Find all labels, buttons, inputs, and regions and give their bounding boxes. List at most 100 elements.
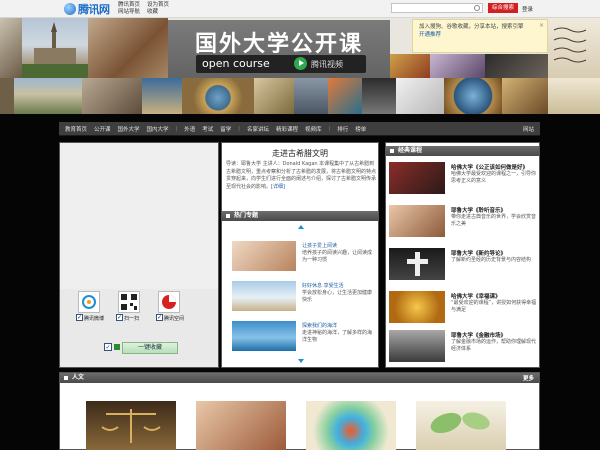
nav-item-domestic-univ[interactable]: 国内大学 (147, 125, 169, 133)
top-link-home[interactable]: 腾讯首页 (118, 2, 140, 9)
share-qzone[interactable]: ✓ 腾讯空间 (156, 291, 184, 327)
share-weibo-checkbox[interactable]: ✓ (76, 314, 83, 321)
section-bullet-icon (390, 149, 394, 153)
humanities-thumb-justice[interactable] (86, 401, 176, 450)
course-item[interactable]: 耶鲁大学《聆听音乐》 带你走进古典音乐的世界，学会欣赏音乐之美 (389, 205, 539, 239)
course-item[interactable]: 耶鲁大学《金融市场》 了解金融市场的运作，帮助你理解现代经济体系 (389, 330, 539, 364)
humanities-thumb-couple[interactable] (196, 401, 286, 450)
banner-subtitle: open course (202, 57, 270, 70)
humanities-thumb-leaf[interactable] (416, 401, 506, 450)
share-weibo[interactable]: ✓ 腾讯微博 (76, 291, 104, 327)
humanities-title: 人文 (72, 374, 85, 381)
close-icon[interactable]: × (539, 22, 544, 30)
course-item-desc: “最受欢迎的课程”，讲授如何获得幸福与满足 (451, 300, 537, 313)
nav-item-featured[interactable]: 精彩课程 (276, 125, 298, 133)
main-nav: 教育首页 公开课 国外大学 国内大学 | 外语 考试 留学 | 名家讲坛 精彩课… (59, 122, 540, 136)
banner-photo-strip-1 (0, 78, 14, 114)
top-link-nav[interactable]: 网站导航 (118, 9, 140, 16)
course-item-title[interactable]: 耶鲁大学《新约导论》 (451, 249, 506, 257)
nav-item-list[interactable]: 榜单 (355, 125, 366, 133)
hot-item[interactable]: 好好休息 享受生活 学会放松身心，让生活更加健康快乐 (232, 281, 377, 315)
course-more-link[interactable]: [详细] (271, 184, 285, 190)
left-panel: ✓ 腾讯微博 ✓ 扫一扫 ✓ 腾讯空间 (59, 142, 219, 368)
notice-text: 加入搜狗、谷歌收藏，分享本站，搜索引擎 (419, 24, 524, 30)
scroll-up-icon[interactable] (298, 225, 304, 229)
course-item[interactable]: 哈佛大学《幸福课》 “最受欢迎的课程”，讲授如何获得幸福与满足 (389, 291, 539, 325)
hot-item-title[interactable]: 好好休息 享受生活 (302, 283, 344, 289)
scales-icon (101, 409, 161, 443)
course-item-title[interactable]: 哈佛大学《幸福课》 (451, 292, 501, 300)
hot-topics-header: 热门专题 (222, 211, 378, 221)
banner: 国外大学公开课 open course 腾讯视频 加入搜狗、谷歌收藏，分享本站，… (0, 18, 600, 114)
course-intro: 导读：耶鲁大学 主讲人：Donald Kagan 本课程集中了从古希腊到古希腊文… (226, 161, 376, 191)
cross-icon (407, 252, 428, 276)
banner-photo-bird (0, 18, 22, 78)
banner-photo-scroll (502, 78, 548, 114)
hot-item[interactable]: 让孩子爱上阅读 培养孩子的阅读兴趣，让阅读成为一种习惯 (232, 241, 377, 275)
humanities-more-link[interactable]: 更多 (523, 374, 534, 384)
nav-item-foreign-univ[interactable]: 国外大学 (118, 125, 140, 133)
top-link-set-home[interactable]: 设为首页 (147, 2, 169, 9)
nav-item-lectures[interactable]: 名家讲坛 (247, 125, 269, 133)
hot-item-title[interactable]: 探索我们的海洋 (302, 323, 337, 329)
nav-item-exam[interactable]: 考试 (202, 125, 213, 133)
nav-item-video-library[interactable]: 视频库 (305, 125, 322, 133)
nav-item-study-abroad[interactable]: 留学 (220, 125, 231, 133)
university-building-icon (22, 22, 88, 78)
humanities-header: 人文 更多 (60, 373, 539, 383)
site-logo[interactable]: 腾讯网 (64, 2, 110, 16)
scroll-down-icon[interactable] (298, 359, 304, 363)
share-scan-checkbox[interactable]: ✓ (116, 314, 123, 321)
classic-courses-title: 经典课程 (398, 147, 423, 154)
nav-item-ranking[interactable]: 排行 (337, 125, 348, 133)
nav-item-edu-home[interactable]: 教育首页 (65, 125, 87, 133)
notice-popup: 加入搜狗、谷歌收藏，分享本站，搜索引擎 开通推荐 × (412, 19, 548, 53)
banner-photo-text (548, 78, 600, 114)
nav-item-open-course[interactable]: 公开课 (94, 125, 111, 133)
course-item-desc: 带你走进古典音乐的世界，学会欣赏音乐之美 (451, 214, 537, 227)
classic-courses-header: 经典课程 (386, 146, 539, 156)
course-thumb (389, 291, 445, 323)
logo-icon (64, 3, 76, 15)
bookmark-button[interactable]: 一键收藏 (122, 342, 178, 354)
banner-title: 国外大学公开课 (194, 32, 363, 57)
course-item-title[interactable]: 哈佛大学《公正该如何做是好》 (451, 163, 528, 171)
hot-item-desc: 走进神秘的海洋，了解多样的海洋生物 (302, 330, 373, 343)
course-item[interactable]: 耶鲁大学《新约导论》 了解新约圣经的历史背景与内容结构 (389, 248, 539, 282)
top-link-favorite[interactable]: 收藏 (147, 9, 158, 16)
bookmark-group: ✓ 一键收藏 (104, 342, 184, 354)
hot-item[interactable]: 探索我们的海洋 走进神秘的海洋，了解多样的海洋生物 (232, 321, 377, 355)
share-qzone-checkbox[interactable]: ✓ (156, 314, 163, 321)
banner-photo-landscape (14, 78, 82, 114)
section-bullet-icon (226, 214, 230, 218)
notice-link[interactable]: 开通推荐 (419, 32, 441, 38)
banner-photo-people (82, 78, 142, 114)
course-item-desc: 了解金融市场的运作，帮助你理解现代经济体系 (451, 339, 537, 352)
video-player-area[interactable] (60, 143, 218, 289)
nav-right-link[interactable]: 网站 (523, 125, 534, 133)
login-link[interactable]: 登录 (522, 5, 533, 13)
nav-item-language[interactable]: 外语 (184, 125, 195, 133)
banner-subtitle-bar: open course 腾讯视频 (196, 55, 366, 73)
share-scan[interactable]: ✓ 扫一扫 (116, 291, 142, 327)
humanities-thumb-eye[interactable] (306, 401, 396, 450)
nav-separator: | (175, 125, 178, 132)
course-item[interactable]: 哈佛大学《公正该如何做是好》 哈佛大学最受欢迎的课程之一，引导你思考正义的意义 (389, 162, 539, 196)
banner-photo-chalk (485, 54, 548, 78)
course-item-title[interactable]: 耶鲁大学《金融市场》 (451, 331, 506, 339)
course-title[interactable]: 走进古希腊文明 (222, 148, 378, 159)
hot-item-title[interactable]: 让孩子爱上阅读 (302, 243, 337, 249)
nav-separator: | (238, 125, 240, 132)
banner-photo-art (430, 54, 485, 78)
banner-photo-hands (88, 18, 168, 78)
qr-code-icon (118, 291, 140, 313)
course-thumb (389, 162, 445, 194)
weibo-icon (78, 291, 100, 313)
search-icon[interactable] (474, 5, 480, 11)
banner-photo-manuscript (548, 18, 600, 78)
search-input[interactable] (391, 3, 483, 13)
bookmark-checkbox[interactable]: ✓ (104, 343, 112, 351)
banner-photo-bulb (254, 78, 294, 114)
course-item-title[interactable]: 耶鲁大学《聆听音乐》 (451, 206, 506, 214)
search-button[interactable]: 综合搜索 (488, 3, 518, 13)
